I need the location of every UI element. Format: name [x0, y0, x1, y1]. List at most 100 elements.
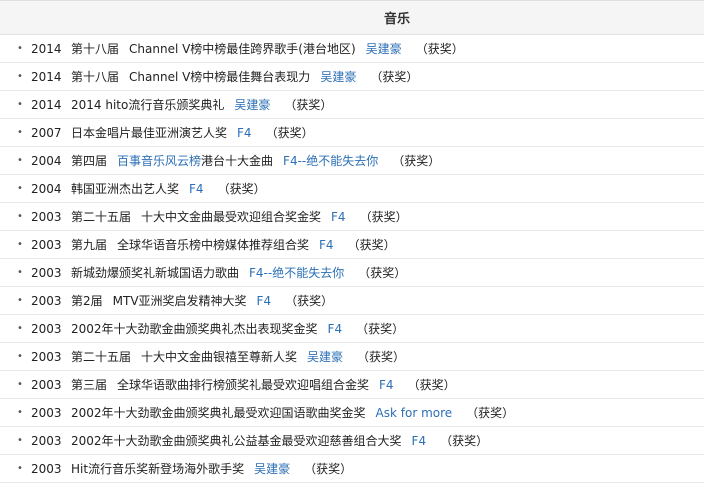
nominee-link[interactable]: 吴建豪: [234, 96, 270, 113]
table-header: 音乐: [0, 1, 704, 35]
nominee-link[interactable]: F4: [189, 182, 204, 196]
award-edition: 第四届: [71, 154, 108, 168]
bullet-icon: •: [17, 351, 23, 362]
award-edition: 第二十五届: [71, 350, 132, 364]
nominee-link[interactable]: F4: [379, 378, 394, 392]
bullet-icon: •: [17, 43, 23, 54]
award-name: 港台十大金曲: [201, 154, 274, 168]
award-edition: 第二十五届: [71, 210, 132, 224]
bullet-icon: •: [17, 323, 23, 334]
award-year: 2003: [31, 293, 62, 308]
award-year: 2003: [31, 377, 62, 392]
award-status: （获奖）: [284, 98, 333, 112]
list-item: • 2004 韩国亚洲杰出艺人奖 F4 （获奖）: [0, 175, 704, 203]
list-item: • 2014 第十八届 Channel V榜中榜最佳舞台表现力 吴建豪 （获奖）: [0, 63, 704, 91]
award-status: （获奖）: [392, 154, 441, 168]
bullet-icon: •: [17, 379, 23, 390]
bullet-icon: •: [17, 239, 23, 250]
awards-list: • 2014 第十八届 Channel V榜中榜最佳跨界歌手(港台地区) 吴建豪 （获奖）…: [0, 35, 704, 483]
nominee-link[interactable]: F4: [412, 434, 427, 448]
bullet-icon: •: [17, 211, 23, 222]
bullet-icon: •: [17, 295, 23, 306]
award-year: 2003: [31, 209, 62, 224]
list-item: • 2003 2002年十大劲歌金曲颁奖典礼杰出表现奖金奖 F4 （获奖）: [0, 315, 704, 343]
award-edition: 第九届: [71, 238, 108, 252]
bullet-icon: •: [17, 435, 23, 446]
nominee-link[interactable]: F4: [237, 126, 252, 140]
award-name: 2014 hito流行音乐颁奖典礼: [71, 98, 225, 112]
award-status: （获奖）: [407, 378, 456, 392]
award-status: （获奖）: [415, 42, 464, 56]
list-item: • 2003 第九届 全球华语音乐榜中榜媒体推荐组合奖 F4 （获奖）: [0, 231, 704, 259]
award-year: 2003: [31, 405, 62, 420]
award-year: 2007: [31, 125, 62, 140]
award-name: Channel V榜中榜最佳跨界歌手(港台地区): [129, 42, 356, 56]
nominee-link[interactable]: Ask for more: [376, 406, 453, 420]
award-year: 2014: [31, 69, 62, 84]
list-item: • 2014 2014 hito流行音乐颁奖典礼 吴建豪 （获奖）: [0, 91, 704, 119]
award-status: （获奖）: [370, 70, 419, 84]
award-year: 2003: [31, 265, 62, 280]
nominee-link[interactable]: 吴建豪: [254, 460, 290, 477]
award-status: （获奖）: [466, 406, 515, 420]
award-status: （获奖）: [285, 294, 334, 308]
list-item: • 2003 第二十五届 十大中文金曲最受欢迎组合奖金奖 F4 （获奖）: [0, 203, 704, 231]
award-year: 2014: [31, 97, 62, 112]
award-name: 2002年十大劲歌金曲颁奖典礼杰出表现奖金奖: [71, 322, 318, 336]
bullet-icon: •: [17, 407, 23, 418]
award-year: 2014: [31, 41, 62, 56]
list-item: • 2003 Hit流行音乐奖新登场海外歌手奖 吴建豪 （获奖）: [0, 455, 704, 483]
bullet-icon: •: [17, 71, 23, 82]
award-year: 2003: [31, 237, 62, 252]
award-status: （获奖）: [359, 210, 408, 224]
award-name: 十大中文金曲最受欢迎组合奖金奖: [141, 210, 322, 224]
list-item: • 2014 第十八届 Channel V榜中榜最佳跨界歌手(港台地区) 吴建豪 （获奖）: [0, 35, 704, 63]
award-edition: 第十八届: [71, 70, 120, 84]
award-edition: 第三届: [71, 378, 108, 392]
award-year: 2004: [31, 181, 62, 196]
award-edition: 第2届: [71, 294, 103, 308]
list-item: • 2003 新城劲爆颁奖礼新城国语力歌曲 F4--绝不能失去你 （获奖）: [0, 259, 704, 287]
award-status: （获奖）: [347, 238, 396, 252]
nominee-link[interactable]: F4: [257, 294, 272, 308]
award-year: 2003: [31, 349, 62, 364]
nominee-link[interactable]: F4--绝不能失去你: [283, 152, 378, 169]
nominee-link[interactable]: 吴建豪: [366, 40, 402, 57]
award-link[interactable]: 百事音乐风云榜: [117, 152, 201, 169]
bullet-icon: •: [17, 267, 23, 278]
nominee-link[interactable]: 吴建豪: [307, 348, 343, 365]
list-item: • 2003 2002年十大劲歌金曲颁奖典礼公益基金最受欢迎慈善组合大奖 F4 （获奖）: [0, 427, 704, 455]
award-name: 2002年十大劲歌金曲颁奖典礼最受欢迎国语歌曲奖金奖: [71, 406, 366, 420]
award-status: （获奖）: [357, 350, 406, 364]
bullet-icon: •: [17, 463, 23, 474]
bullet-icon: •: [17, 183, 23, 194]
award-name: Hit流行音乐奖新登场海外歌手奖: [71, 462, 245, 476]
award-name: 2002年十大劲歌金曲颁奖典礼公益基金最受欢迎慈善组合大奖: [71, 434, 402, 448]
list-item: • 2003 第2届 MTV亚洲奖启发精神大奖 F4 （获奖）: [0, 287, 704, 315]
award-status: （获奖）: [356, 322, 405, 336]
award-year: 2004: [31, 153, 62, 168]
bullet-icon: •: [17, 99, 23, 110]
award-status: （获奖）: [217, 182, 266, 196]
nominee-link[interactable]: F4--绝不能失去你: [249, 264, 344, 281]
list-item: • 2003 第二十五届 十大中文金曲银禧至尊新人奖 吴建豪 （获奖）: [0, 343, 704, 371]
bullet-icon: •: [17, 155, 23, 166]
header-title: 音乐: [383, 12, 410, 27]
award-edition: 第十八届: [71, 42, 120, 56]
awards-table: 音乐 • 2014 第十八届 Channel V榜中榜最佳跨界歌手(港台地区) 吴建豪 （…: [0, 0, 704, 483]
award-status: （获奖）: [358, 266, 407, 280]
award-name: 韩国亚洲杰出艺人奖: [71, 182, 180, 196]
award-name: MTV亚洲奖启发精神大奖: [112, 294, 247, 308]
award-year: 2003: [31, 433, 62, 448]
nominee-link[interactable]: 吴建豪: [320, 68, 356, 85]
list-item: • 2004 第四届 百事音乐风云榜 港台十大金曲 F4--绝不能失去你 （获奖）: [0, 147, 704, 175]
nominee-link[interactable]: F4: [331, 210, 346, 224]
award-status: （获奖）: [440, 434, 489, 448]
award-status: （获奖）: [304, 462, 353, 476]
nominee-link[interactable]: F4: [319, 238, 334, 252]
award-name: 全球华语音乐榜中榜媒体推荐组合奖: [117, 238, 310, 252]
nominee-link[interactable]: F4: [328, 322, 343, 336]
list-item: • 2007 日本金唱片最佳亚洲演艺人奖 F4 （获奖）: [0, 119, 704, 147]
award-name: 全球华语歌曲排行榜颁奖礼最受欢迎唱组合金奖: [117, 378, 370, 392]
list-item: • 2003 第三届 全球华语歌曲排行榜颁奖礼最受欢迎唱组合金奖 F4 （获奖）: [0, 371, 704, 399]
